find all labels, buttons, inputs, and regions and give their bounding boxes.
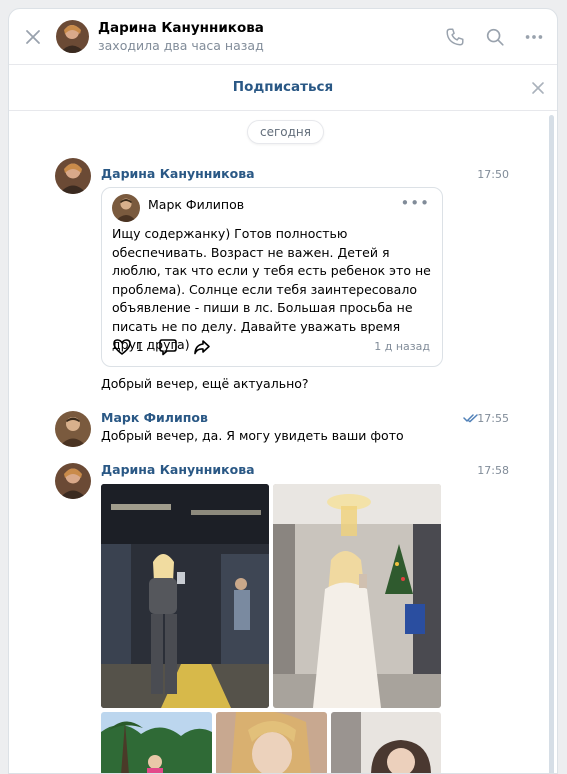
header-name[interactable]: Дарина Канунникова <box>98 20 264 36</box>
more-icon[interactable] <box>523 26 545 48</box>
like-button[interactable]: 1 <box>112 338 144 356</box>
sender-avatar[interactable] <box>55 463 91 499</box>
message-sender[interactable]: Дарина Канунникова <box>101 462 255 477</box>
share-button[interactable] <box>192 338 212 356</box>
post-more-icon[interactable]: ••• <box>400 194 430 212</box>
phone-icon[interactable] <box>444 26 466 48</box>
close-icon[interactable] <box>531 81 545 95</box>
post-date: 1 д назад <box>374 340 430 353</box>
message-time: 17:50 <box>477 168 509 181</box>
shared-post[interactable]: Марк Филипов ••• Ищу содержанку) Готов п… <box>101 187 443 367</box>
heart-icon <box>113 339 131 355</box>
message-text: Добрый вечер, ещё актуально? <box>101 376 309 391</box>
message-sender[interactable]: Дарина Канунникова <box>101 166 255 181</box>
post-author[interactable]: Марк Филипов <box>148 197 244 212</box>
message-sender[interactable]: Марк Филипов <box>101 410 208 425</box>
message-feed: сегодня Дарина Канунникова 17:50 Марк Фи… <box>9 112 557 773</box>
post-author-avatar[interactable] <box>112 194 140 222</box>
sender-avatar[interactable] <box>55 411 91 447</box>
post-actions: 1 <box>112 337 226 357</box>
header-status: заходила два часа назад <box>98 38 264 53</box>
search-icon[interactable] <box>484 26 506 48</box>
date-chip: сегодня <box>247 120 324 144</box>
close-icon[interactable] <box>23 27 43 47</box>
attached-photo[interactable] <box>101 712 212 773</box>
chat-window: Дарина Канунникова заходила два часа наз… <box>8 8 558 774</box>
share-icon <box>193 340 210 355</box>
subscribe-button[interactable]: Подписаться <box>9 79 557 95</box>
message-text: Добрый вечер, да. Я могу увидеть ваши фо… <box>101 428 404 443</box>
message-time: 17:55 <box>477 412 509 425</box>
comment-button[interactable] <box>158 338 178 356</box>
comment-icon <box>158 339 177 356</box>
subscribe-bar: Подписаться <box>9 65 557 111</box>
attached-photo[interactable] <box>331 712 441 773</box>
attached-photo[interactable] <box>273 484 441 708</box>
sender-avatar[interactable] <box>55 158 91 194</box>
attached-photo[interactable] <box>101 484 269 708</box>
chat-header: Дарина Канунникова заходила два часа наз… <box>9 9 557 65</box>
post-text: Ищу содержанку) Готов полностью обеспечи… <box>112 226 431 352</box>
header-avatar[interactable] <box>56 20 89 53</box>
message-time: 17:58 <box>477 464 509 477</box>
like-count: 1 <box>136 340 144 354</box>
attached-photo[interactable] <box>216 712 327 773</box>
